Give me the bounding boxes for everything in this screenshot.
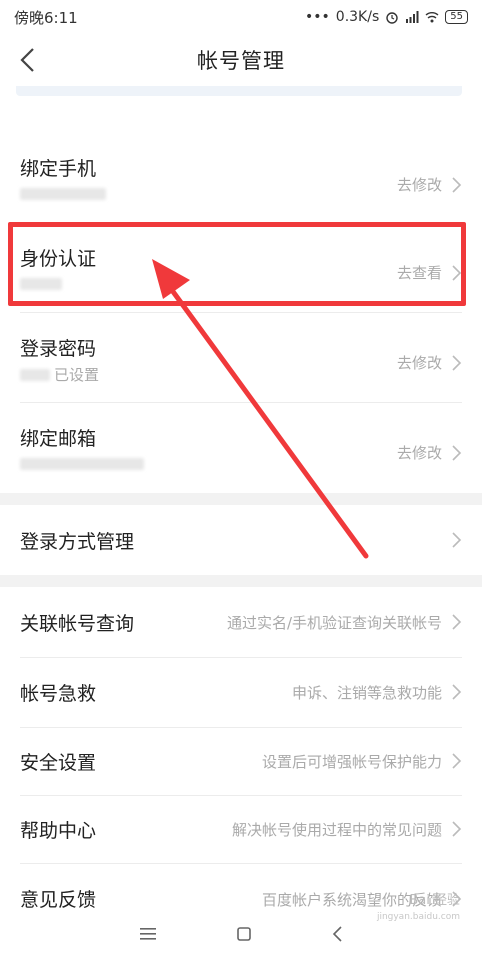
wifi-icon [425,12,439,23]
battery-icon: 55 [445,10,468,24]
chevron-right-icon [452,177,462,193]
back-arrow-icon [20,48,34,72]
chevron-right-icon [452,532,462,548]
password-status: 已设置 [54,366,100,384]
login-method-row[interactable]: 登录方式管理 [0,505,482,575]
section-gap [0,575,482,587]
help-center-row[interactable]: 帮助中心 解决帐号使用过程中的常见问题 [0,795,482,863]
watermark-brand: Bai 经验 [409,893,460,908]
account-rescue-hint: 申诉、注销等急救功能 [291,684,442,702]
password-action: 去修改 [396,354,442,372]
security-settings-row[interactable]: 安全设置 设置后可增强帐号保护能力 [0,727,482,795]
chevron-right-icon [452,821,462,837]
alarm-icon [386,12,398,24]
highlight-box [8,222,466,306]
watermark-site: jingyan.baidu.com [376,912,460,922]
page-title: 帐号管理 [197,49,285,73]
account-rescue-row[interactable]: 帐号急救 申诉、注销等急救功能 [0,657,482,727]
chevron-right-icon [452,614,462,630]
chevron-right-icon [452,684,462,700]
bind-email-value [20,458,148,470]
back-icon[interactable] [331,926,343,942]
linked-account-label: 关联帐号查询 [20,613,135,635]
status-time: 傍晚6:11 [14,8,78,27]
account-rescue-label: 帐号急救 [20,683,97,705]
signal-icon [406,11,419,23]
linked-account-row[interactable]: 关联帐号查询 通过实名/手机验证查询关联帐号 [0,587,482,657]
status-icons: ••• 0.3K/s 55 [305,9,468,25]
watermark: Bai 经验 jingyan.baidu.com [377,893,460,925]
nav-bar: 帐号管理 [0,34,482,86]
bind-phone-row[interactable]: 绑定手机 去修改 [0,132,482,222]
bind-email-label: 绑定邮箱 [20,428,97,450]
network-speed: 0.3K/s [335,9,380,25]
security-settings-label: 安全设置 [20,752,97,774]
help-center-label: 帮助中心 [20,820,97,842]
menu-icon[interactable] [139,927,157,941]
section-gap [0,493,482,505]
chevron-right-icon [452,445,462,461]
top-strip [16,86,462,96]
chevron-right-icon [452,753,462,769]
bind-phone-action: 去修改 [396,176,442,194]
bind-phone-label: 绑定手机 [20,158,97,180]
password-value: 已设置 [20,364,99,385]
security-settings-hint: 设置后可增强帐号保护能力 [261,753,442,771]
home-icon[interactable] [236,926,252,942]
bind-email-row[interactable]: 绑定邮箱 去修改 [0,402,482,492]
bind-phone-value [20,188,110,200]
status-bar: 傍晚6:11 ••• 0.3K/s 55 [0,0,482,34]
help-center-hint: 解决帐号使用过程中的常见问题 [231,821,442,839]
linked-account-hint: 通过实名/手机验证查询关联帐号 [226,614,442,632]
login-method-label: 登录方式管理 [20,531,135,553]
status-dots: ••• [305,9,330,25]
password-label: 登录密码 [20,338,97,360]
password-row[interactable]: 登录密码 已设置 去修改 [0,312,482,402]
back-button[interactable] [12,44,42,76]
chevron-right-icon [452,355,462,371]
bind-email-action: 去修改 [396,444,442,462]
